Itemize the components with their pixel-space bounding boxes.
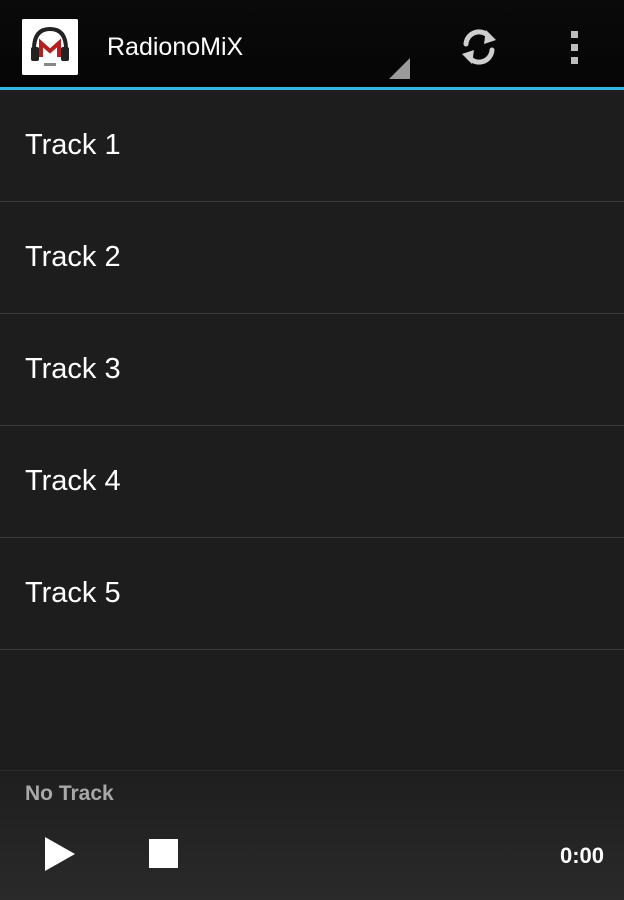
list-item-track-2[interactable]: Track 2 [0, 202, 624, 314]
overflow-menu-button[interactable] [555, 20, 597, 74]
track-label: Track 3 [25, 353, 121, 385]
track-label: Track 2 [25, 241, 121, 273]
dropdown-indicator-icon[interactable] [389, 58, 410, 79]
track-list: Track 1 Track 2 Track 3 Track 4 Track 5 [0, 90, 624, 770]
track-label: Track 5 [25, 577, 121, 609]
action-bar: RadionoMiX [0, 0, 624, 90]
play-icon [45, 837, 75, 871]
playback-time: 0:00 [559, 843, 604, 868]
now-playing-label: No Track [25, 782, 114, 805]
refresh-button[interactable] [452, 20, 506, 74]
refresh-icon [462, 29, 496, 65]
radio-headphones-logo-icon[interactable] [22, 19, 78, 75]
list-item-track-4[interactable]: Track 4 [0, 426, 624, 538]
list-item-track-5[interactable]: Track 5 [0, 538, 624, 650]
player-bar: No Track 0:00 [0, 770, 624, 900]
overflow-menu-icon [571, 31, 578, 64]
stop-icon [149, 839, 178, 868]
app-root: RadionoMiX Track 1 Track 2 Track 3 Track… [0, 0, 624, 900]
track-label: Track 1 [25, 129, 121, 161]
list-item-track-3[interactable]: Track 3 [0, 314, 624, 426]
app-title[interactable]: RadionoMiX [107, 31, 243, 63]
stop-button[interactable] [143, 834, 183, 874]
play-button[interactable] [40, 833, 80, 875]
track-label: Track 4 [25, 465, 121, 497]
list-item-track-1[interactable]: Track 1 [0, 90, 624, 202]
